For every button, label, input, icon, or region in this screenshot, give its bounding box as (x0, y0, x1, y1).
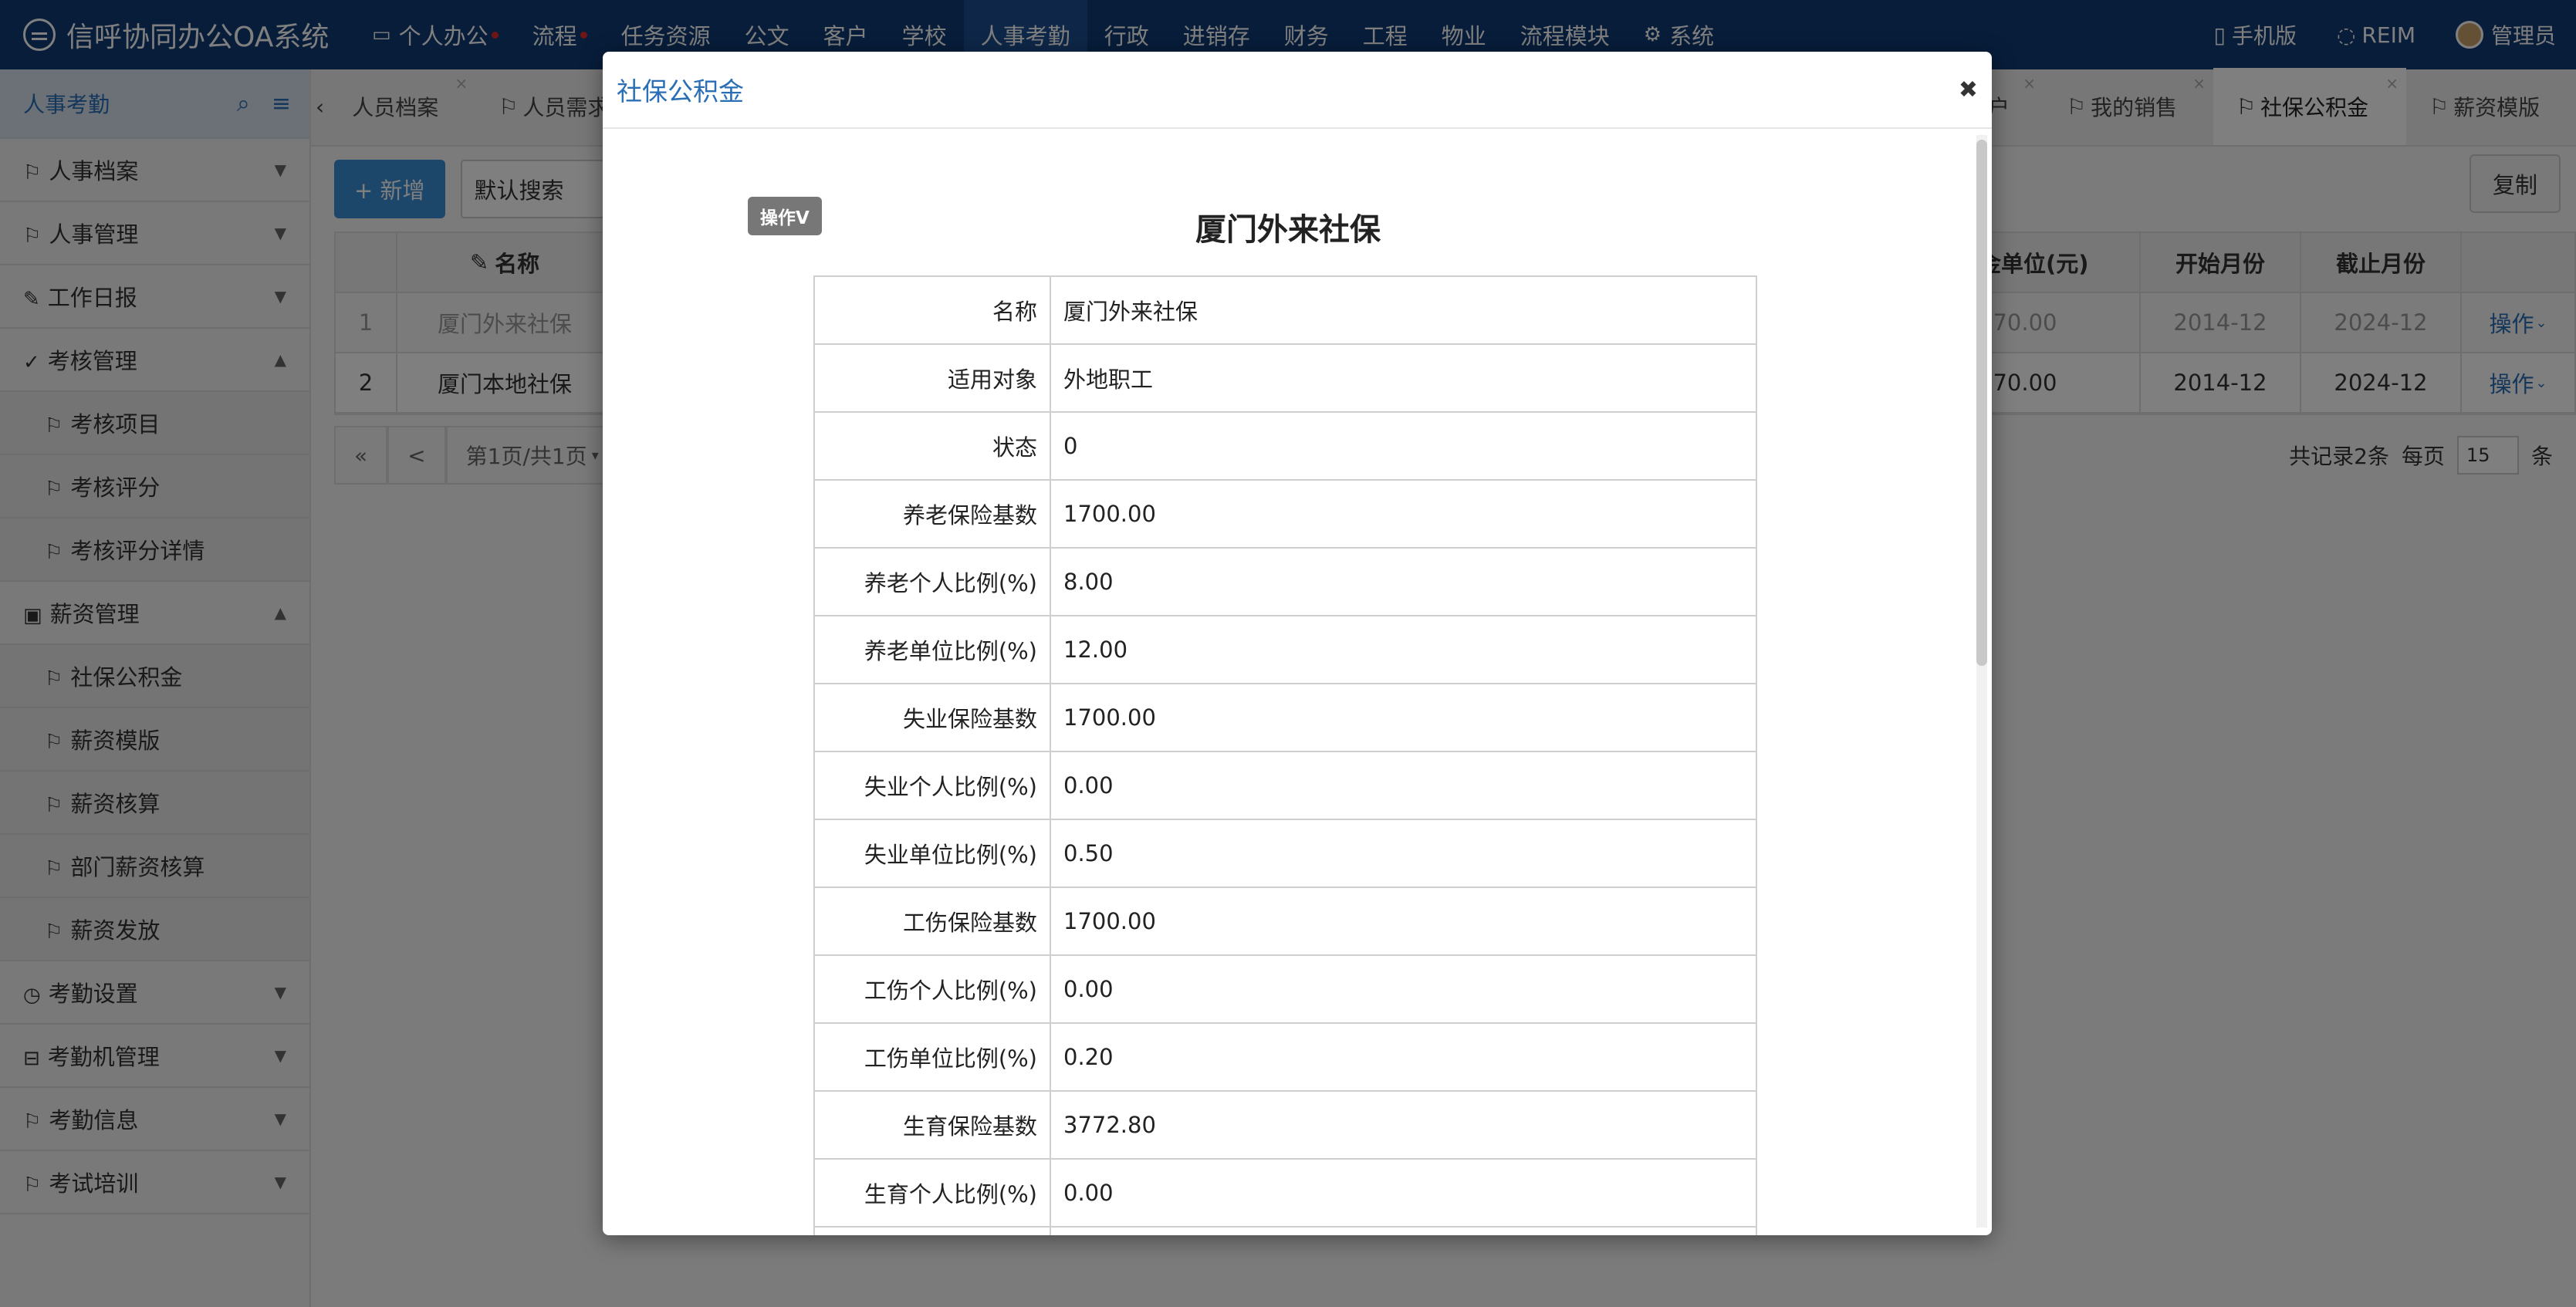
modal-title: 社保公积金 (617, 76, 744, 106)
detail-row: 适用对象 外地职工 (813, 343, 1757, 413)
record-title: 厦门外来社保 (1195, 212, 1381, 248)
field-label: 名称 (813, 275, 1051, 345)
field-label: 失业单位比例(%) (813, 819, 1051, 888)
field-value: 0 (1050, 411, 1757, 481)
field-label: 失业保险基数 (813, 683, 1051, 752)
field-value: 1700.00 (1050, 683, 1757, 752)
close-icon[interactable]: ✖ (1959, 76, 1978, 103)
field-value: 3772.80 (1050, 1090, 1757, 1160)
field-value: 0.00 (1050, 1158, 1757, 1228)
field-value: 8.00 (1050, 547, 1757, 616)
detail-row: 工伤单位比例(%) 0.20 (813, 1022, 1757, 1092)
field-label: 生育单位比例(%) (813, 1226, 1051, 1235)
field-value: 1700.00 (1050, 479, 1757, 549)
field-label: 工伤单位比例(%) (813, 1022, 1051, 1092)
modal-header: 社保公积金 ✖ (603, 52, 1992, 129)
field-label: 工伤保险基数 (813, 887, 1051, 956)
field-label: 养老单位比例(%) (813, 615, 1051, 684)
modal-body: 操作V 厦门外来社保 名称 厦门外来社保 适用对象 外地职工 状态 0 养老保险基数 1700… (603, 129, 1973, 1235)
field-value: 0.00 (1050, 751, 1757, 820)
field-value: 外地职工 (1050, 343, 1757, 413)
field-value: 12.00 (1050, 615, 1757, 684)
field-label: 养老保险基数 (813, 479, 1051, 549)
detail-row: 养老个人比例(%) 8.00 (813, 547, 1757, 616)
detail-row: 养老保险基数 1700.00 (813, 479, 1757, 549)
scrollbar-thumb[interactable] (1976, 140, 1987, 666)
field-label: 生育个人比例(%) (813, 1158, 1051, 1228)
detail-row: 工伤个人比例(%) 0.00 (813, 954, 1757, 1024)
field-label: 失业个人比例(%) (813, 751, 1051, 820)
field-value: 厦门外来社保 (1050, 275, 1757, 345)
detail-row: 养老单位比例(%) 12.00 (813, 615, 1757, 684)
modal-scrollbar[interactable] (1976, 135, 1987, 1228)
field-label: 状态 (813, 411, 1051, 481)
field-label: 养老个人比例(%) (813, 547, 1051, 616)
detail-row: 失业单位比例(%) 0.50 (813, 819, 1757, 888)
detail-row: 工伤保险基数 1700.00 (813, 887, 1757, 956)
field-value: 0.70 (1050, 1226, 1757, 1235)
field-label: 生育保险基数 (813, 1090, 1051, 1160)
detail-row: 失业保险基数 1700.00 (813, 683, 1757, 752)
field-label: 工伤个人比例(%) (813, 954, 1051, 1024)
detail-table: 名称 厦门外来社保 适用对象 外地职工 状态 0 养老保险基数 1700.00 养老个人比例(%… (813, 275, 1757, 1235)
detail-row: 生育个人比例(%) 0.00 (813, 1158, 1757, 1228)
field-label: 适用对象 (813, 343, 1051, 413)
detail-row: 生育保险基数 3772.80 (813, 1090, 1757, 1160)
field-value: 1700.00 (1050, 887, 1757, 956)
field-value: 0.50 (1050, 819, 1757, 888)
field-value: 0.20 (1050, 1022, 1757, 1092)
field-value: 0.00 (1050, 954, 1757, 1024)
detail-row: 状态 0 (813, 411, 1757, 481)
detail-modal: 社保公积金 ✖ 操作V 厦门外来社保 名称 厦门外来社保 适用对象 外地职工 状态 0 养老… (603, 52, 1992, 1235)
detail-row: 失业个人比例(%) 0.00 (813, 751, 1757, 820)
detail-row: 生育单位比例(%)0.70 (813, 1226, 1757, 1235)
detail-row: 名称 厦门外来社保 (813, 275, 1757, 345)
